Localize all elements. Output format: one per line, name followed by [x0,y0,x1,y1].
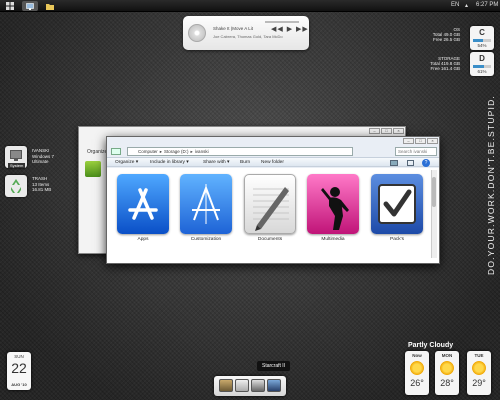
top-taskbar: EN ▴ 6:27 PM [0,0,500,12]
volume-slider[interactable] [265,21,299,23]
xcode-icon[interactable] [180,174,232,234]
disk-c-info: OS Total 49.0 GB Free 26.5 GB [420,27,460,42]
window-controls: – □ × [369,128,404,134]
disk-d-letter: D [479,54,485,63]
checkbox-icon[interactable] [371,174,423,234]
weather-temp: 26° [410,378,424,388]
calendar-month: AUG '10 [11,382,27,387]
disk-c-fill [473,39,483,42]
motto-vertical-text: DO.YOUR.WORK.DON'T.BE.STUPID. [486,95,496,275]
folder-label-packs[interactable]: Pack's [366,237,428,242]
scrollbar-thumb[interactable] [432,177,436,207]
weather-day-label: Now [412,353,422,358]
organize-menu[interactable]: Organize ▾ [115,160,138,165]
app-store-icon[interactable] [117,174,169,234]
chevron-up-icon[interactable]: ▴ [465,2,468,9]
chevron-right-icon: ▸ [190,148,193,154]
minimize-button[interactable]: – [369,128,380,134]
disk-c-letter: C [479,28,485,37]
documents-icon[interactable] [235,379,249,392]
breadcrumb-storage[interactable]: Storage (D:) [164,149,189,154]
breadcrumb-ivanski[interactable]: ivanski [195,149,209,154]
help-icon[interactable]: ? [422,159,430,167]
folder-content-area: Apps Customization Documents Multimedia … [107,168,439,263]
music-icon[interactable] [307,174,359,234]
calendar-date: 22 [11,360,27,376]
folder-label-documents[interactable]: Documents [239,237,301,242]
track-title: Shake It (Move A Lit [213,26,254,31]
search-input[interactable]: Search ivanski [395,147,437,156]
weather-temp: 29° [472,378,486,388]
explorer-window: – □ × Computer ▸ Storage (D:) ▸ ivanski Se… [106,136,440,264]
maximize-button[interactable]: □ [381,128,392,134]
weather-day-label: MON [441,353,453,358]
view-options-icon[interactable] [390,160,398,166]
folder-icon[interactable] [42,1,58,11]
chevron-right-icon: ▸ [159,148,163,154]
computer-icon[interactable] [251,379,265,392]
burn-button[interactable]: Burn [240,160,250,165]
media-player-widget: Shake It (Move A Lit Joe Cabrera, Thomas… [183,16,309,50]
maximize-button[interactable]: □ [415,138,426,144]
system-tag: System [8,163,26,168]
share-with-menu[interactable]: Share with ▾ [203,160,229,165]
weather-now[interactable]: Now 26° [405,351,429,395]
dock [214,376,286,396]
dock-tooltip: Starcraft II [257,361,291,371]
include-library-menu[interactable]: Include in library ▾ [150,160,189,165]
new-folder-button[interactable]: New folder [261,160,284,165]
disk-d-percent: 61% [477,69,487,74]
back-icon[interactable] [111,148,121,155]
media-controls[interactable]: ◀◀ ▶ ▶▶ [271,25,309,33]
disk-d-free: Free 161.4 GB [430,66,460,71]
starcraft-icon[interactable] [267,379,281,392]
calendar-day: SUN [14,354,24,359]
folder-label-customization[interactable]: Customization [175,237,237,242]
weather-tue[interactable]: TUE 29° [467,351,491,395]
recycle-bin-icon[interactable] [5,175,27,197]
weather-condition: Partly Cloudy [408,342,454,349]
trash-info: TRASH 13 Items 16.81 MB [32,176,52,192]
cd-icon [188,24,206,42]
disk-d-meter[interactable]: D 61% [470,52,494,76]
command-bar: Organize ▾ Include in library ▾ Share wi… [107,157,439,167]
folder-label-apps[interactable]: Apps [112,237,174,242]
green-stack-icon[interactable] [85,161,101,177]
desktop-icon[interactable] [22,1,38,11]
close-button[interactable]: × [393,128,404,134]
address-bar[interactable]: Computer ▸ Storage (D:) ▸ ivanski [127,147,353,156]
weather-mon[interactable]: MON 28° [435,351,459,395]
breadcrumb-computer[interactable]: Computer [138,149,158,154]
sun-icon [440,361,454,375]
system-info: IVANSKI Windows 7 Ultimate [32,148,55,164]
start-orb-icon[interactable] [2,1,18,11]
disk-d-info: STORAGE Total 419.8 GB Free 161.4 GB [420,56,460,71]
close-button[interactable]: × [427,138,438,144]
disk-c-percent: 54% [477,43,487,48]
language-indicator[interactable]: EN [451,2,459,8]
weather-temp: 28° [440,378,454,388]
preview-pane-icon[interactable] [407,160,414,166]
folder-label-multimedia[interactable]: Multimedia [302,237,364,242]
sun-icon [472,361,486,375]
pages-icon[interactable] [244,174,296,234]
partly-cloudy-icon [410,361,424,375]
weather-day-label: TUE [474,353,484,358]
calendar-widget[interactable]: SUN 22 AUG '10 [7,352,31,390]
disk-c-free: Free 26.5 GB [432,37,460,42]
minimize-button[interactable]: – [403,138,414,144]
disk-c-meter[interactable]: C 54% [470,26,494,50]
clock[interactable]: 6:27 PM [476,2,498,8]
organize-menu[interactable]: Organize [87,149,107,155]
media-player-icon[interactable] [219,379,233,392]
track-artists: Joe Cabrera, Thomas Gold, Tara McDo [213,34,283,39]
window-controls: – □ × [403,138,438,144]
disk-d-fill [473,65,484,68]
